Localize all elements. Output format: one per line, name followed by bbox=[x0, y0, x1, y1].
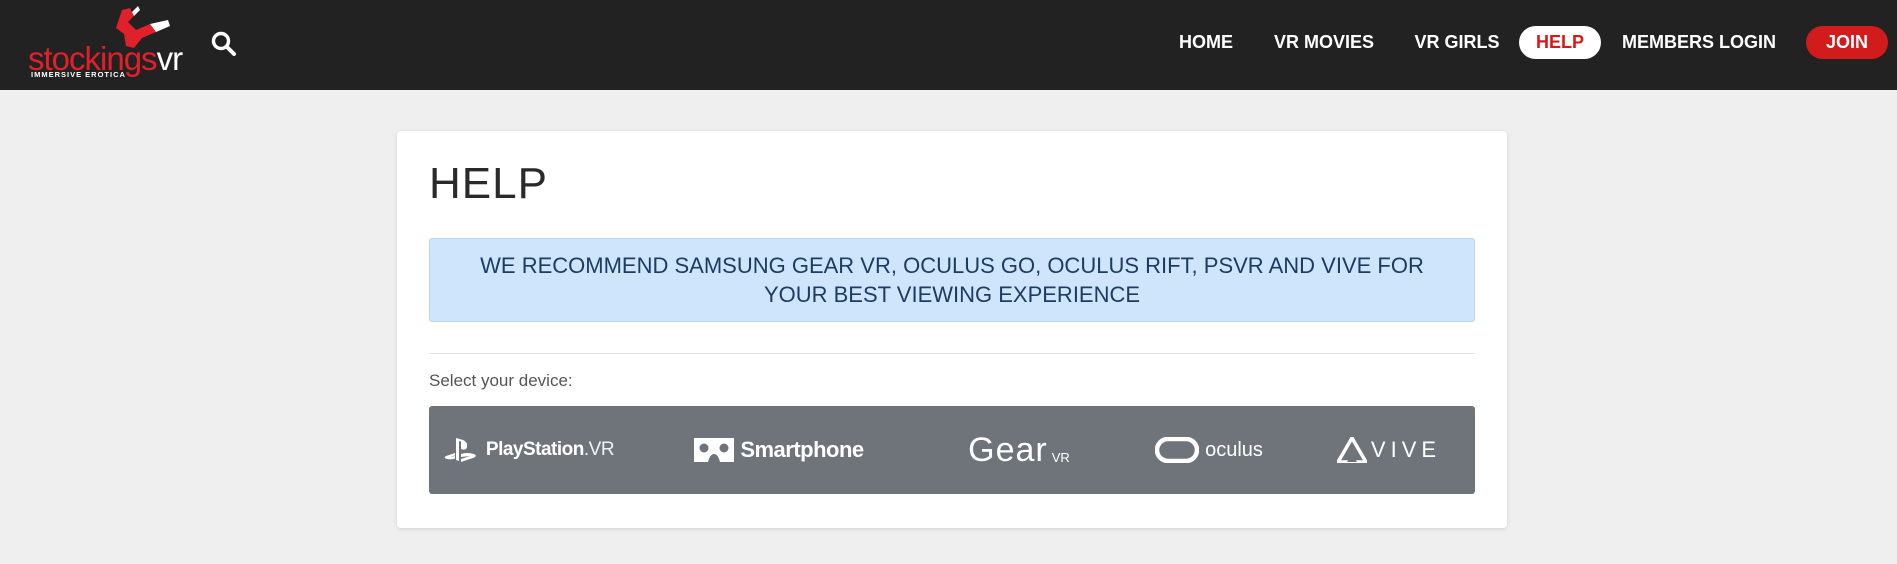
smartphone-label: Smartphone bbox=[740, 437, 864, 462]
playstation-icon bbox=[444, 438, 476, 462]
vive-icon bbox=[1336, 437, 1367, 463]
playstation-vr-label: PlayStation.VR bbox=[485, 439, 615, 460]
select-device-label: Select your device: bbox=[429, 371, 573, 390]
site-logo[interactable]: stockingsvr IMMERSIVE EROTICA bbox=[28, 6, 183, 82]
oculus-label: oculus bbox=[1205, 438, 1263, 461]
nav-home[interactable]: HOME bbox=[1170, 26, 1242, 59]
help-card: HELP WE RECOMMEND SAMSUNG GEAR VR, OCULU… bbox=[397, 131, 1507, 528]
divider bbox=[429, 353, 1475, 354]
gear-vr-suffix: VR bbox=[1051, 449, 1070, 465]
device-playstation-vr[interactable]: PlayStation.VR bbox=[439, 406, 619, 494]
device-oculus[interactable]: oculus bbox=[1129, 406, 1289, 494]
nav-join[interactable]: JOIN bbox=[1806, 26, 1888, 59]
device-gear-vr[interactable]: Gear VR bbox=[944, 406, 1094, 494]
top-navbar: stockingsvr IMMERSIVE EROTICA HOME VR MO… bbox=[0, 0, 1897, 90]
cardboard-icon bbox=[694, 438, 735, 462]
page-title: HELP bbox=[429, 159, 548, 208]
logo-tagline: IMMERSIVE EROTICA bbox=[31, 70, 126, 79]
search-icon bbox=[211, 31, 236, 56]
device-vive[interactable]: VIVE bbox=[1309, 406, 1469, 494]
nav-vr-girls[interactable]: VR GIRLS bbox=[1407, 26, 1507, 59]
device-smartphone[interactable]: Smartphone bbox=[679, 406, 879, 494]
nav-help[interactable]: HELP bbox=[1519, 26, 1601, 59]
recommendation-line-2: YOUR BEST VIEWING EXPERIENCE bbox=[763, 282, 1141, 307]
nav-vr-movies[interactable]: VR MOVIES bbox=[1268, 26, 1380, 59]
oculus-icon bbox=[1155, 437, 1200, 463]
nav-members-login[interactable]: MEMBERS LOGIN bbox=[1617, 26, 1781, 59]
gear-vr-label: Gear bbox=[968, 430, 1048, 469]
vive-label: VIVE bbox=[1370, 437, 1442, 462]
recommendation-line-1: WE RECOMMEND SAMSUNG GEAR VR, OCULUS GO,… bbox=[480, 253, 1424, 278]
device-selector: PlayStation.VR Smartphone Gear VR oculus bbox=[429, 406, 1475, 494]
search-button[interactable] bbox=[210, 30, 238, 58]
recommendation-alert: WE RECOMMEND SAMSUNG GEAR VR, OCULUS GO,… bbox=[429, 238, 1475, 322]
